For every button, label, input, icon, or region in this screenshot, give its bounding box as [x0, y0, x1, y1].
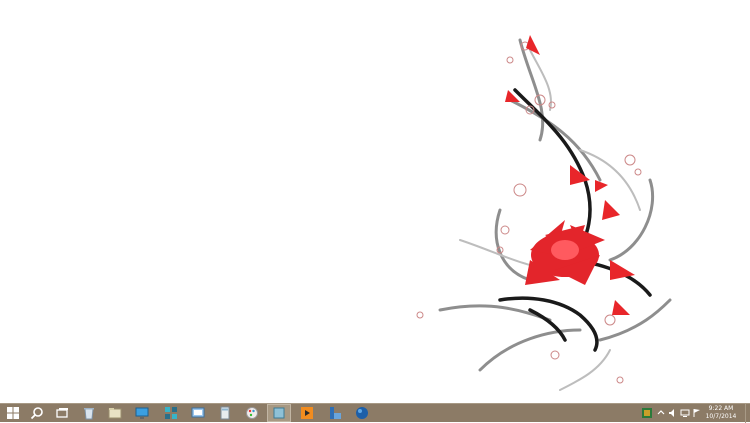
app-icon	[273, 407, 285, 419]
calculator-icon	[220, 406, 230, 420]
recycle-bin-icon	[84, 408, 94, 420]
taskbar-media-player[interactable]	[296, 405, 318, 421]
speaker-icon[interactable]	[668, 408, 678, 418]
clock-time: 9:22 AM	[708, 405, 734, 412]
taskbar-active-app[interactable]	[267, 404, 291, 422]
system-tray: 9:22 AM 10/7/2014	[640, 404, 750, 423]
taskbar-computer[interactable]	[131, 405, 153, 421]
media-player-icon	[301, 407, 313, 419]
network-icon	[165, 407, 177, 419]
clock[interactable]: 9:22 AM 10/7/2014	[698, 405, 744, 421]
wallpaper-flower-art	[416, 35, 672, 391]
taskbar-calculator[interactable]	[214, 405, 236, 421]
taskbar-file-explorer[interactable]	[104, 405, 126, 421]
task-view-icon	[56, 408, 68, 418]
task-view-button[interactable]	[51, 405, 73, 421]
taskbar-browser[interactable]	[351, 405, 373, 421]
search-icon	[30, 407, 43, 420]
taskbar-window-app[interactable]	[324, 405, 346, 421]
app-tray-icon[interactable]	[642, 408, 652, 418]
globe-icon	[356, 407, 368, 419]
network-tray-icon[interactable]	[680, 408, 690, 418]
taskbar-network[interactable]	[160, 405, 182, 421]
computer-monitor-icon	[135, 407, 149, 419]
taskbar-paint[interactable]	[241, 405, 263, 421]
taskbar-control-panel[interactable]	[187, 405, 209, 421]
file-explorer-icon	[108, 408, 122, 419]
taskbar-recycle-bin[interactable]	[78, 405, 100, 421]
window-icon	[330, 407, 341, 419]
arrow-up-icon[interactable]	[656, 408, 666, 418]
clock-date: 10/7/2014	[705, 413, 737, 420]
show-desktop-button[interactable]	[745, 404, 750, 423]
taskbar: 9:22 AM 10/7/2014	[0, 403, 750, 423]
search-button[interactable]	[26, 405, 48, 421]
control-panel-icon	[191, 407, 205, 418]
start-button[interactable]	[2, 405, 24, 421]
desktop[interactable]	[0, 0, 750, 403]
paint-icon	[246, 407, 258, 419]
windows-start-icon	[7, 407, 19, 419]
